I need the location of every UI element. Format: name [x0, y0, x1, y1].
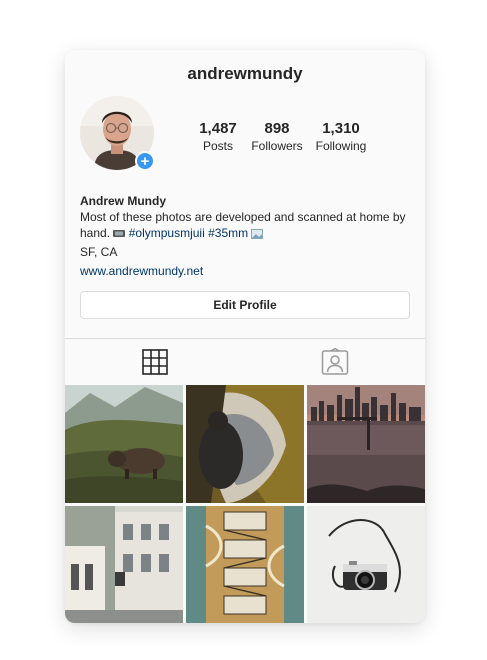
tagged-person-icon	[321, 348, 349, 375]
photo-emoji-icon	[251, 228, 264, 239]
photo-city-waterfront	[307, 385, 425, 503]
tab-grid[interactable]	[65, 339, 245, 385]
photo-tile-1[interactable]	[65, 385, 183, 503]
following-count: 1,310	[322, 120, 360, 137]
profile-bio: Andrew Mundy Most of these photos are de…	[80, 193, 410, 279]
add-story-icon[interactable]: +	[135, 151, 155, 171]
photo-tile-6[interactable]	[307, 506, 425, 623]
followers-label: Followers	[251, 139, 303, 153]
photo-tile-4[interactable]	[65, 506, 183, 623]
profile-tabs	[65, 339, 425, 385]
stat-followers[interactable]: 898 Followers	[242, 120, 312, 153]
hashtag-35mm[interactable]: #35mm	[208, 226, 248, 240]
stat-following[interactable]: 1,310 Following	[306, 120, 376, 153]
photo-highland-cow	[65, 385, 183, 503]
photo-tent-interior	[186, 385, 304, 503]
grid-icon	[142, 349, 168, 375]
followers-count: 898	[264, 120, 290, 137]
photo-tile-2[interactable]	[186, 385, 304, 503]
photo-street-building	[65, 506, 183, 623]
bio-line-1: Most of these photos are developed and s…	[80, 210, 406, 224]
photo-tile-3[interactable]	[307, 385, 425, 503]
edit-profile-button[interactable]: Edit Profile	[80, 291, 410, 319]
bio-line-2-text: hand.	[80, 226, 111, 240]
profile-location: SF, CA	[80, 245, 118, 259]
photo-fire-escape-facade	[186, 506, 304, 623]
photo-film-camera	[307, 506, 425, 623]
film-emoji-icon	[113, 230, 126, 238]
tab-tagged[interactable]	[245, 339, 425, 385]
avatar[interactable]: +	[80, 96, 155, 171]
hashtag-olympusmjuii[interactable]: #olympusmjuii	[129, 226, 205, 240]
profile-website-link[interactable]: www.andrewmundy.net	[80, 263, 410, 279]
bio-line-2: hand. #olympusmjuii #35mm	[80, 225, 410, 241]
profile-card: andrewmundy + 1,487 Posts 898 Followers …	[65, 50, 425, 623]
following-label: Following	[315, 139, 367, 153]
photo-tile-5[interactable]	[186, 506, 304, 623]
profile-username: andrewmundy	[187, 64, 303, 83]
profile-name: Andrew Mundy	[80, 194, 166, 208]
